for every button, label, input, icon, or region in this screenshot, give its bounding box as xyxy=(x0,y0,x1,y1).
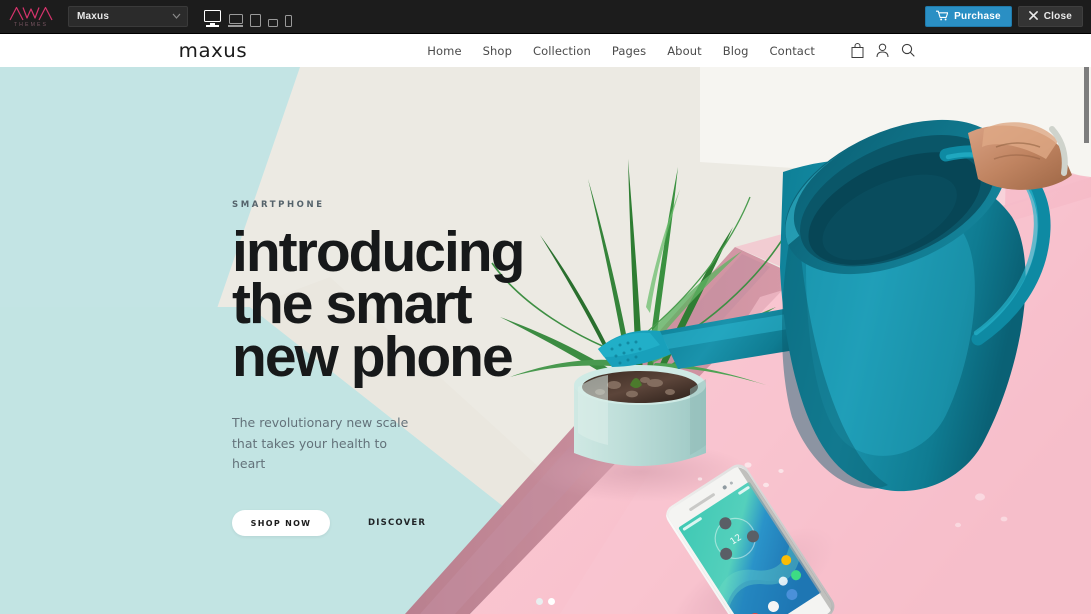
hero-subcopy: The revolutionary new scale that takes y… xyxy=(232,415,409,471)
device-preview-switcher xyxy=(204,7,292,27)
hero-headline: introducing the smart new phone xyxy=(232,220,652,389)
hero-cta-row: SHOP NOW DISCOVER xyxy=(232,510,652,537)
hero-headline-line-3: new phone xyxy=(232,324,514,389)
hero-slider: 12 SMARTPHONE introducing the smart new … xyxy=(0,67,1091,614)
hero-eyebrow: SMARTPHONE xyxy=(232,200,325,210)
discover-link[interactable]: DISCOVER xyxy=(368,518,426,528)
bag-icon[interactable] xyxy=(851,43,864,58)
user-icon[interactable] xyxy=(876,43,889,58)
cart-icon xyxy=(935,10,949,24)
chevron-down-icon xyxy=(172,13,181,21)
slider-dot-1[interactable] xyxy=(536,598,543,605)
awa-themes-subtitle: THEMES xyxy=(13,21,49,28)
search-icon[interactable] xyxy=(901,43,915,58)
device-mobile-button[interactable] xyxy=(285,14,292,27)
hero-headline-line-2: the smart xyxy=(232,272,473,337)
purchase-button-label: Purchase xyxy=(954,11,1001,22)
site-logo[interactable]: maxus xyxy=(179,40,247,62)
close-icon xyxy=(1028,10,1038,23)
close-button[interactable]: Close xyxy=(1017,6,1083,27)
slider-pagination xyxy=(0,598,1091,605)
nav-item-about[interactable]: About xyxy=(667,44,702,58)
device-tablet-portrait-button[interactable] xyxy=(268,18,278,27)
awa-themes-logo[interactable]: THEMES xyxy=(2,0,60,34)
nav-item-pages[interactable]: Pages xyxy=(612,44,646,58)
nav-item-blog[interactable]: Blog xyxy=(723,44,749,58)
scrollbar-thumb[interactable] xyxy=(1084,67,1089,143)
theme-select-value: Maxus xyxy=(77,11,110,22)
device-laptop-button[interactable] xyxy=(228,14,243,27)
awa-mark-icon xyxy=(9,6,53,20)
main-navigation: Home Shop Collection Pages About Blog Co… xyxy=(427,44,815,58)
hero-headline-line-1: introducing xyxy=(232,220,525,284)
shop-now-button[interactable]: SHOP NOW xyxy=(232,510,330,537)
device-tablet-landscape-button[interactable] xyxy=(250,13,261,27)
admin-toolbar: THEMES Maxus Purchase Close xyxy=(0,0,1091,34)
purchase-button[interactable]: Purchase xyxy=(925,6,1012,27)
nav-item-contact[interactable]: Contact xyxy=(770,44,815,58)
slider-dot-2[interactable] xyxy=(548,598,555,605)
device-desktop-button[interactable] xyxy=(204,10,221,27)
nav-item-shop[interactable]: Shop xyxy=(483,44,512,58)
hand xyxy=(968,122,1072,190)
vertical-scrollbar[interactable] xyxy=(1082,67,1091,614)
site-header: maxus Home Shop Collection Pages About B… xyxy=(0,34,1091,67)
admin-actions: Purchase Close xyxy=(925,6,1083,27)
nav-item-collection[interactable]: Collection xyxy=(533,44,591,58)
close-button-label: Close xyxy=(1043,11,1072,22)
header-icon-group xyxy=(851,43,915,58)
hero-content: SMARTPHONE introducing the smart new pho… xyxy=(232,200,652,537)
theme-select-dropdown[interactable]: Maxus xyxy=(68,6,188,27)
nav-item-home[interactable]: Home xyxy=(427,44,461,58)
